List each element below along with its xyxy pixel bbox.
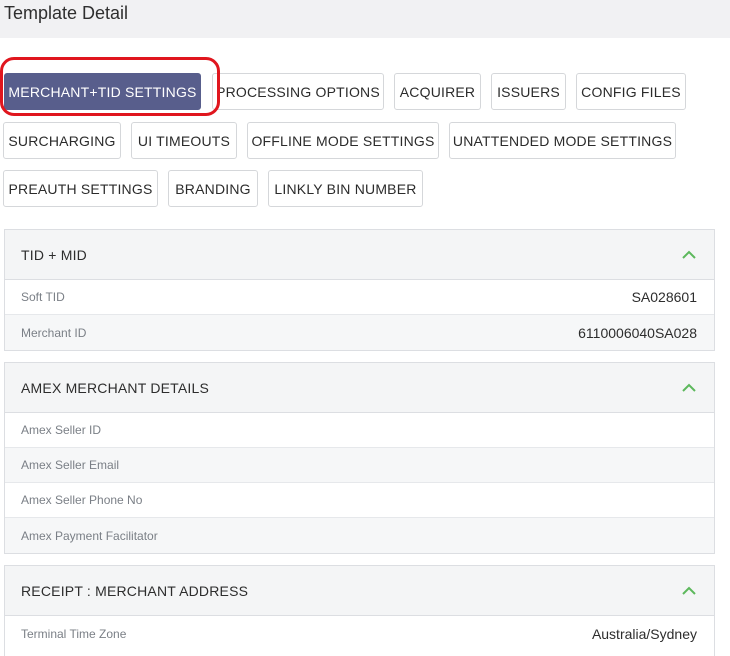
tab-ui-timeouts[interactable]: UI TIMEOUTS: [131, 122, 237, 159]
tab-surcharging[interactable]: SURCHARGING: [3, 122, 121, 159]
panel-amex-merchant-details: AMEX MERCHANT DETAILS Amex Seller ID Ame…: [4, 362, 715, 554]
table-row: Amex Seller Phone No: [5, 483, 714, 518]
tab-issuers[interactable]: ISSUERS: [491, 73, 566, 110]
tab-unattended-mode-settings[interactable]: UNATTENDED MODE SETTINGS: [449, 122, 676, 159]
row-label: Soft TID: [21, 290, 65, 304]
table-row: Amex Payment Facilitator: [5, 518, 714, 553]
row-value: Australia/Sydney: [591, 625, 697, 642]
tab-preauth-settings[interactable]: PREAUTH SETTINGS: [3, 170, 158, 207]
panel-title: TID + MID: [21, 246, 87, 263]
tab-config-files[interactable]: CONFIG FILES: [576, 73, 686, 110]
panel-header[interactable]: TID + MID: [5, 230, 714, 280]
row-label: Merchant ID: [21, 325, 87, 340]
tab-merchant-tid-settings[interactable]: MERCHANT+TID SETTINGS: [4, 73, 201, 110]
header-bar: Template Detail: [0, 0, 730, 38]
tab-linkly-bin-number[interactable]: LINKLY BIN NUMBER: [268, 170, 423, 207]
table-row: Amex Seller ID: [5, 413, 714, 448]
table-row: Merchant ID 6110006040SA028: [5, 315, 714, 350]
row-label: Amex Seller Email: [21, 458, 120, 472]
panel-title: RECEIPT : MERCHANT ADDRESS: [21, 582, 249, 599]
row-label: Amex Payment Facilitator: [21, 528, 158, 543]
chevron-up-icon[interactable]: [680, 246, 698, 264]
tab-branding[interactable]: BRANDING: [168, 170, 258, 207]
row-value: 6110006040SA028: [578, 324, 697, 341]
panel-receipt-merchant-address: RECEIPT : MERCHANT ADDRESS Terminal Time…: [4, 565, 715, 656]
panel-header[interactable]: AMEX MERCHANT DETAILS: [5, 363, 714, 413]
page-title: Template Detail: [4, 3, 129, 23]
tab-offline-mode-settings[interactable]: OFFLINE MODE SETTINGS: [247, 122, 439, 159]
row-label: Terminal Time Zone: [21, 626, 127, 641]
table-row: Soft TID SA028601: [5, 280, 714, 315]
panel-title: AMEX MERCHANT DETAILS: [21, 379, 210, 396]
tab-processing-options[interactable]: PROCESSING OPTIONS: [212, 73, 384, 110]
panel-tid-mid: TID + MID Soft TID SA028601 Merchant ID …: [4, 229, 715, 351]
chevron-up-icon[interactable]: [680, 582, 698, 600]
tab-acquirer[interactable]: ACQUIRER: [394, 73, 481, 110]
table-row: Amex Seller Email: [5, 448, 714, 483]
table-row: Terminal Time Zone Australia/Sydney: [5, 616, 714, 651]
row-label: Amex Seller Phone No: [21, 493, 143, 507]
row-label: Amex Seller ID: [21, 423, 102, 437]
panel-header[interactable]: RECEIPT : MERCHANT ADDRESS: [5, 566, 714, 616]
chevron-up-icon[interactable]: [680, 379, 698, 397]
row-value: SA028601: [631, 289, 697, 305]
